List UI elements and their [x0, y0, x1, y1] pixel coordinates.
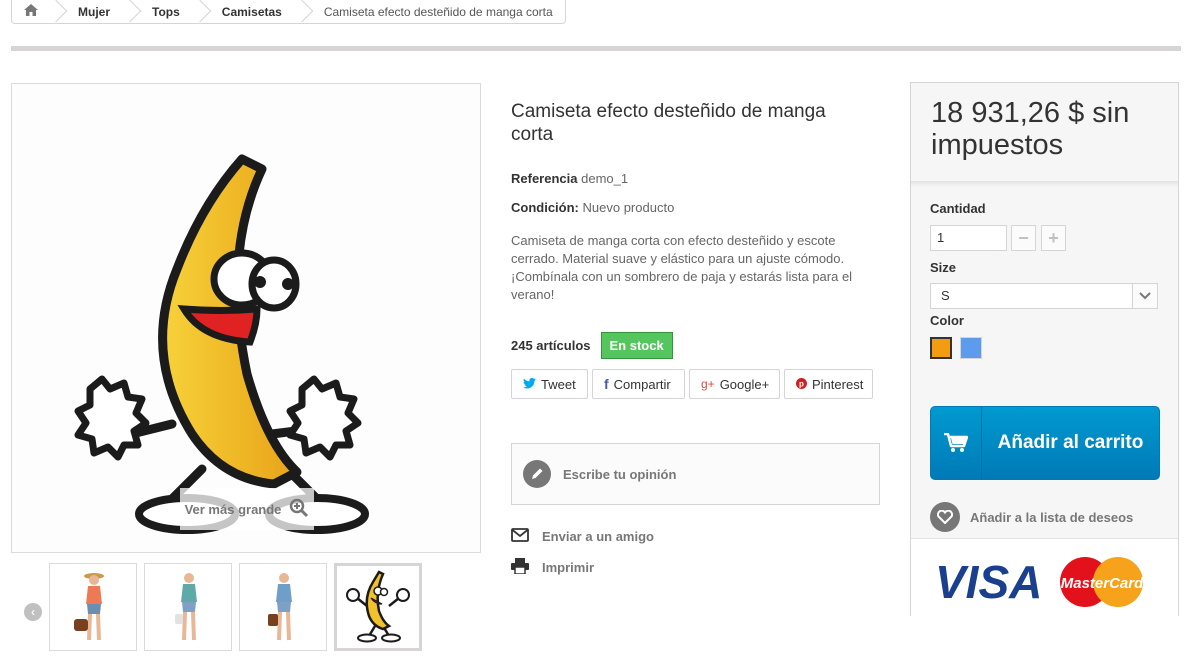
facebook-share-label: Compartir — [613, 376, 671, 392]
svg-text:p: p — [799, 379, 804, 388]
color-swatch-blue[interactable] — [960, 337, 982, 359]
payment-cards: VISA MasterCard — [911, 538, 1178, 616]
twitter-icon — [523, 377, 536, 392]
write-review-button[interactable]: Escribe tu opinión — [511, 443, 880, 505]
cart-icon — [931, 407, 982, 479]
send-to-friend-link[interactable]: Enviar a un amigo — [511, 528, 654, 545]
chevron-down-icon — [1132, 284, 1157, 308]
size-selected-value: S — [941, 288, 950, 303]
facebook-share-button[interactable]: f Compartir — [592, 369, 685, 399]
add-to-cart-label: Añadir al carrito — [997, 432, 1144, 453]
model-photo-icon — [175, 573, 197, 641]
plus-icon: + — [1048, 227, 1059, 248]
quantity-increase-button[interactable]: + — [1041, 225, 1066, 251]
breadcrumb-current: Camiseta efecto desteñido de manga corta — [323, 4, 553, 19]
tweet-label: Tweet — [541, 376, 576, 392]
add-to-wishlist-link[interactable]: Añadir a la lista de deseos — [930, 502, 1133, 532]
breadcrumb-item-camisetas[interactable]: Camisetas — [200, 0, 302, 23]
size-select[interactable]: S — [930, 283, 1158, 309]
google-plus-label: Google+ — [719, 376, 770, 392]
social-share-bar: Tweet f Compartir g+ Google+ p Pinterest — [511, 369, 873, 399]
thumbnail-3[interactable] — [239, 563, 327, 651]
model-photo-icon — [74, 573, 104, 641]
thumbnail-2[interactable] — [144, 563, 232, 651]
breadcrumb-item-mujer[interactable]: Mujer — [56, 0, 130, 23]
thumbnail-4[interactable] — [334, 563, 422, 651]
minus-icon: − — [1018, 227, 1029, 248]
stock-badge: En stock — [600, 332, 673, 359]
reference-row: Referencia demo_1 — [511, 171, 628, 186]
header-divider — [11, 46, 1181, 51]
size-label: Size — [930, 260, 957, 275]
reference-value: demo_1 — [581, 171, 629, 186]
thumbnail-1[interactable] — [49, 563, 137, 651]
payment-logos: VISA MasterCard — [935, 556, 1144, 608]
google-plus-icon: g+ — [701, 377, 715, 391]
reference-label: Referencia — [511, 171, 578, 186]
printer-icon — [511, 558, 529, 577]
banana-thumb-icon — [346, 570, 410, 643]
google-plus-button[interactable]: g+ Google+ — [689, 369, 780, 399]
thumbnail-prev-button[interactable]: ‹ — [24, 603, 42, 621]
price-area: 18 931,26 $ sin impuestos — [911, 83, 1178, 181]
banana-illustration — [74, 154, 369, 534]
color-swatch-orange[interactable] — [930, 337, 952, 359]
color-label: Color — [930, 313, 964, 328]
thumbnail-strip — [49, 563, 422, 651]
quantity-available: 245 artículos — [511, 338, 591, 353]
product-main-image[interactable]: Ver más grande — [11, 83, 481, 553]
envelope-icon — [511, 528, 529, 545]
product-price: 18 931,26 $ sin impuestos — [931, 97, 1130, 161]
condition-row: Condición: Nuevo producto — [511, 200, 674, 215]
quantity-decrease-button[interactable]: − — [1011, 225, 1036, 251]
buy-box: 18 931,26 $ sin impuestos Cantidad 1 − +… — [910, 82, 1179, 616]
write-review-label: Escribe tu opinión — [563, 466, 677, 482]
view-larger-button[interactable]: Ver más grande — [180, 488, 314, 530]
wishlist-label: Añadir a la lista de deseos — [970, 509, 1134, 525]
home-icon — [24, 4, 38, 19]
breadcrumb: Mujer Tops Camisetas Camiseta efecto des… — [11, 0, 566, 24]
add-to-cart-button[interactable]: Añadir al carrito — [930, 406, 1160, 480]
send-to-friend-label: Enviar a un amigo — [542, 529, 654, 544]
print-label: Imprimir — [542, 560, 595, 575]
breadcrumb-home[interactable] — [12, 0, 56, 23]
pinterest-button[interactable]: p Pinterest — [784, 369, 873, 399]
product-description: Camiseta de manga corta con efecto deste… — [511, 233, 853, 302]
view-larger-label: Ver más grande — [184, 501, 282, 517]
tweet-button[interactable]: Tweet — [511, 369, 588, 399]
pinterest-icon: p — [796, 377, 807, 392]
condition-label: Condición: — [511, 200, 579, 215]
quantity-input[interactable]: 1 — [930, 225, 1007, 251]
condition-value: Nuevo producto — [582, 200, 675, 215]
product-title: Camiseta efecto desteñido de manga corta — [511, 101, 826, 145]
mastercard-logo: MasterCard — [1061, 575, 1144, 592]
pinterest-label: Pinterest — [812, 376, 864, 392]
print-link[interactable]: Imprimir — [511, 558, 594, 577]
quantity-label: Cantidad — [930, 201, 986, 216]
stock-row: 245 artículos En stock — [511, 332, 673, 359]
magnifier-icon — [289, 498, 309, 521]
visa-logo: VISA — [935, 556, 1042, 608]
facebook-icon: f — [604, 376, 609, 392]
heart-icon — [930, 502, 960, 532]
pencil-icon — [523, 460, 551, 488]
model-photo-icon — [268, 573, 292, 641]
